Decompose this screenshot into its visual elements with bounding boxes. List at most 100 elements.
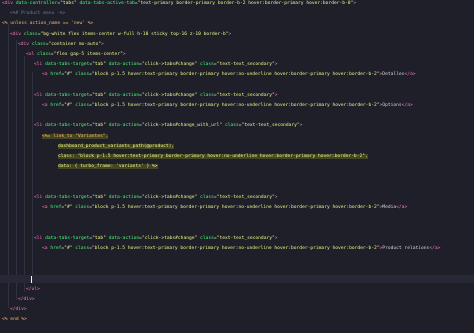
tag-bracket: >: [274, 62, 278, 68]
tag-close: </a>: [401, 103, 413, 108]
code-line[interactable]: [0, 214, 474, 222]
tag-close: </ul>: [26, 286, 40, 292]
code-line[interactable]: <li data-tabs-target="tab" data-action="…: [0, 92, 474, 100]
code-line[interactable]: [0, 184, 474, 192]
code-line[interactable]: <% end %>: [0, 316, 474, 324]
attr-name: data-tabs-target: [42, 62, 90, 68]
code-line[interactable]: <div data-controller="tabs" data-tabs-ac…: [0, 0, 474, 8]
tag-bracket: >: [101, 41, 104, 47]
attr-name: class: [222, 123, 239, 129]
code-line[interactable]: <ul class="flex gap-5 items-center">: [0, 51, 474, 59]
attr-name: class: [29, 41, 46, 47]
code-line[interactable]: <li data-tabs-target="tab" data-action="…: [0, 194, 474, 202]
code-line[interactable]: <a href="#" class="block p-1.5 hover:tex…: [0, 102, 474, 110]
attr-value: "text-text_secondary": [216, 194, 275, 200]
link-text: Media: [382, 205, 397, 210]
link-text: Options: [382, 103, 402, 108]
attr-value: "click->tabs#change": [141, 62, 198, 68]
attr-name: class: [34, 52, 51, 57]
code-line[interactable]: <div class="container mx-auto">: [0, 41, 474, 49]
code-line[interactable]: <%# Product menu -%>: [0, 10, 474, 18]
code-line-content: </div>: [18, 296, 35, 304]
code-line[interactable]: <a href="#" class="block p-1.5 hover:tex…: [0, 245, 474, 253]
code-line[interactable]: [0, 173, 474, 181]
attr-name: class: [197, 62, 214, 68]
attr-value: "tab": [92, 92, 106, 98]
code-line[interactable]: <%= link_to "Variantes",: [0, 133, 474, 141]
tag-bracket: >: [299, 123, 303, 129]
code-line-content: class: "block p-1.5 hover:text-primary b…: [58, 153, 368, 161]
attr-value: "text-text_secondary": [216, 235, 275, 241]
code-line[interactable]: <li data-tabs-target="tab" data-action="…: [0, 122, 474, 130]
code-line-content: <%# Product menu -%>: [10, 10, 65, 18]
attr-name: data-action: [105, 194, 140, 200]
attr-value: "block p-1.5 hover:text-primary border-p…: [91, 103, 380, 108]
erb-statement: <%= link_to "Variantes",: [42, 133, 109, 139]
code-line-content: <ul class="flex gap-5 items-center">: [26, 51, 126, 59]
attr-name: href: [47, 103, 62, 108]
attr-name: data-action: [105, 123, 140, 129]
code-line-content: </div>: [10, 306, 27, 314]
attr-value: "click->tabs#change": [141, 235, 198, 241]
code-line[interactable]: [0, 112, 474, 120]
attr-value: "tab": [92, 194, 106, 200]
attr-value: "tab": [92, 62, 106, 68]
ruby-expression: data: { turbo_frame: 'variants' } %>: [58, 164, 158, 170]
attr-name: data-controller: [13, 1, 58, 6]
attr-value: "tab": [92, 235, 106, 241]
attr-value: "click->tabs#change": [141, 92, 198, 98]
code-line[interactable]: </div>: [0, 306, 474, 314]
attr-name: data-tabs-target: [42, 194, 90, 200]
code-line-content: <% end %>: [2, 316, 27, 324]
attr-value: "text-primary border-primary border-b-2 …: [137, 1, 354, 6]
code-editor[interactable]: <div data-controller="tabs" data-tabs-ac…: [0, 0, 474, 333]
attr-value: "click->tabs#change_with_url": [141, 123, 223, 129]
attr-name: class: [197, 92, 214, 98]
tag-bracket: >: [228, 31, 232, 37]
attr-name: data-action: [105, 235, 140, 241]
tag-bracket: >: [274, 194, 278, 200]
code-line[interactable]: [0, 265, 474, 273]
code-line[interactable]: <li data-tabs-target="tab" data-action="…: [0, 235, 474, 243]
tag-close: </div>: [18, 296, 35, 302]
attr-value: "flex gap-5 items-center": [53, 52, 123, 57]
ruby-expression: dashboard_product_variants_path(@product…: [58, 143, 175, 149]
erb-comment: <%# Product menu -%>: [10, 11, 66, 17]
code-line-content: <li data-tabs-target="tab" data-action="…: [34, 194, 278, 202]
code-line-content: <li data-tabs-target="tab" data-action="…: [34, 122, 302, 130]
code-line[interactable]: dashboard_product_variants_path(@product…: [0, 143, 474, 151]
code-line[interactable]: <% unless action_name == 'new' %>: [0, 20, 474, 28]
code-line-content: <li data-tabs-target="tab" data-action="…: [34, 61, 278, 69]
tag-bracket: >: [122, 52, 126, 57]
code-line[interactable]: </div>: [0, 296, 474, 304]
code-line-content: <a href="#" class="block p-1.5 hover:tex…: [42, 71, 416, 79]
code-line[interactable]: [0, 82, 474, 90]
code-line[interactable]: <li data-tabs-target="tab" data-action="…: [0, 61, 474, 69]
code-line[interactable]: </ul>: [0, 286, 474, 294]
code-line[interactable]: <div class="bg-white flex items-center w…: [0, 31, 474, 39]
code-line[interactable]: [0, 255, 474, 263]
code-line[interactable]: <a href="#" class="block p-1.5 hover:tex…: [0, 204, 474, 212]
attr-value: "block p-1.5 hover:text-primary border-p…: [91, 72, 380, 78]
tag-close: </a>: [404, 72, 416, 78]
attr-name: class: [72, 245, 90, 251]
code-line[interactable]: <a href="#" class="block p-1.5 hover:tex…: [0, 71, 474, 79]
attr-value: "text-text_secondary": [241, 123, 300, 129]
attr-value: "container mx-auto": [48, 41, 102, 47]
attr-name: class: [197, 235, 214, 241]
code-line[interactable]: data: { turbo_frame: 'variants' } %>: [0, 163, 474, 171]
code-line[interactable]: class: "block p-1.5 hover:text-primary b…: [0, 153, 474, 161]
ruby-expression: class: "block p-1.5 hover:text-primary b…: [58, 154, 368, 159]
attr-value: "bg-white flex items-center w-full h-10 …: [40, 31, 229, 37]
tag-close: </div>: [10, 307, 27, 312]
attr-value: "block p-1.5 hover:text-primary border-p…: [91, 245, 380, 251]
attr-name: data-tabs-target: [42, 235, 90, 241]
attr-name: class: [72, 205, 90, 210]
attr-value: "tabs": [60, 1, 77, 6]
attr-value: "text-text_secondary": [216, 62, 275, 68]
code-line-content: <% unless action_name == 'new' %>: [2, 20, 93, 28]
tag-name: <div: [18, 41, 30, 47]
code-line[interactable]: [0, 224, 474, 232]
attr-value: "tab": [92, 123, 106, 129]
code-line[interactable]: [0, 275, 474, 284]
